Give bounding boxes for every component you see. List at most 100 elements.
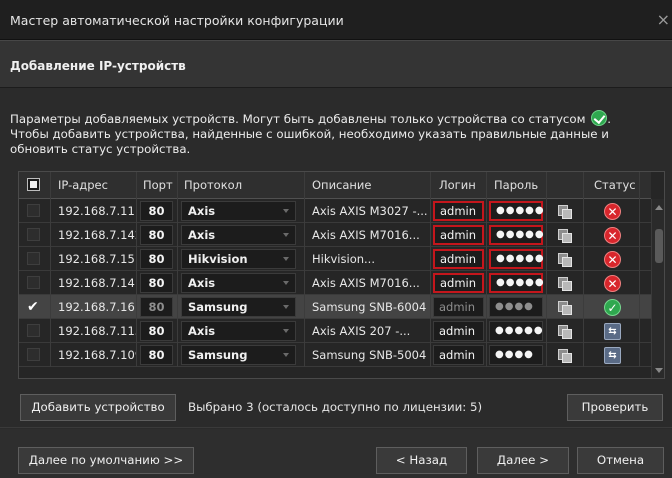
cancel-button[interactable]: Отмена bbox=[577, 447, 664, 474]
row-select-cell bbox=[19, 247, 51, 271]
error-icon[interactable]: ✕ bbox=[604, 227, 621, 244]
back-button[interactable]: < Назад bbox=[376, 447, 467, 474]
scroll-down-icon[interactable] bbox=[655, 368, 663, 373]
login-input[interactable]: admin bbox=[433, 297, 484, 317]
row-checkbox-checked[interactable]: ✔ bbox=[27, 295, 39, 319]
col-status[interactable]: Статус bbox=[584, 172, 640, 199]
cell-copy bbox=[547, 319, 584, 343]
next-button[interactable]: Далее > bbox=[477, 447, 569, 474]
protocol-select[interactable]: Hikvision bbox=[181, 249, 296, 269]
table-row[interactable]: 192.168.7.142 80 Axis Axis AXIS M7016... adm… bbox=[19, 223, 651, 247]
check-button[interactable]: Проверить bbox=[567, 394, 663, 421]
copy-icon[interactable] bbox=[558, 325, 572, 339]
row-checkbox[interactable] bbox=[27, 204, 40, 217]
col-login[interactable]: Логин bbox=[431, 172, 487, 199]
password-input[interactable]: ●●●●● bbox=[489, 321, 543, 341]
row-select-cell bbox=[19, 223, 51, 247]
cell-password: ●●●●● bbox=[487, 247, 547, 271]
row-checkbox[interactable] bbox=[27, 228, 40, 241]
ok-icon[interactable]: ✓ bbox=[604, 299, 621, 316]
protocol-select[interactable]: Axis bbox=[181, 321, 296, 341]
cell-password: ●●●●● bbox=[487, 319, 547, 343]
password-input[interactable]: ●●●● bbox=[489, 345, 543, 365]
login-input[interactable]: admin bbox=[433, 273, 484, 293]
copy-icon[interactable] bbox=[558, 205, 572, 219]
cell-status: ✕ bbox=[584, 247, 640, 271]
table-row[interactable]: 192.168.7.115 80 Axis Axis AXIS 207 -... adm… bbox=[19, 319, 651, 343]
refresh-icon[interactable]: ⇆ bbox=[604, 347, 621, 364]
chevron-down-icon bbox=[283, 257, 289, 261]
password-input[interactable]: ●●●●● bbox=[489, 225, 544, 245]
protocol-value: Samsung bbox=[188, 348, 248, 362]
cell-login: admin bbox=[431, 271, 487, 295]
error-icon[interactable]: ✕ bbox=[604, 251, 621, 268]
row-checkbox[interactable] bbox=[27, 276, 40, 289]
copy-icon[interactable] bbox=[558, 349, 572, 363]
login-input[interactable]: admin bbox=[433, 201, 484, 221]
ok-status-icon bbox=[591, 110, 608, 126]
chevron-down-icon bbox=[283, 281, 289, 285]
password-input[interactable]: ●●●● bbox=[489, 297, 543, 317]
select-all-cell bbox=[19, 172, 51, 199]
password-input[interactable]: ●●●●● bbox=[489, 273, 544, 293]
add-device-button[interactable]: Добавить устройство bbox=[20, 394, 176, 421]
col-password[interactable]: Пароль bbox=[487, 172, 547, 199]
table-row[interactable]: 192.168.7.151 80 Hikvision Hikvision... admi… bbox=[19, 247, 651, 271]
error-icon[interactable]: ✕ bbox=[604, 275, 621, 292]
cell-login: admin bbox=[431, 319, 487, 343]
password-input[interactable]: ●●●●● bbox=[489, 201, 544, 221]
refresh-icon[interactable]: ⇆ bbox=[604, 323, 621, 340]
cell-description: Samsung SNB-6004 bbox=[305, 295, 431, 319]
col-description[interactable]: Описание bbox=[305, 172, 431, 199]
login-input[interactable]: admin bbox=[433, 225, 484, 245]
table-row[interactable]: 192.168.7.111 80 Axis Axis AXIS M3027 -... a… bbox=[19, 199, 651, 223]
cell-status: ✕ bbox=[584, 271, 640, 295]
table-row[interactable]: 192.168.7.141 80 Axis Axis AXIS M7016... adm… bbox=[19, 271, 651, 295]
default-next-button[interactable]: Далее по умолчанию >> bbox=[18, 447, 194, 474]
info-text: Параметры добавляемых устройств. Могут б… bbox=[10, 110, 660, 157]
scroll-up-icon[interactable] bbox=[655, 205, 663, 210]
protocol-select[interactable]: Axis bbox=[181, 201, 296, 221]
port-input[interactable]: 80 bbox=[140, 297, 173, 317]
col-port[interactable]: Порт bbox=[137, 172, 178, 199]
cell-description: Axis AXIS M7016... bbox=[305, 223, 431, 247]
table-row[interactable]: ✔ 192.168.7.161 80 Samsung Samsung SNB-6004 a… bbox=[19, 295, 651, 319]
login-input[interactable]: admin bbox=[433, 321, 484, 341]
close-icon[interactable]: × bbox=[657, 10, 670, 29]
port-input[interactable]: 80 bbox=[140, 321, 173, 341]
row-checkbox[interactable] bbox=[27, 252, 40, 265]
scroll-thumb[interactable] bbox=[655, 229, 663, 263]
row-checkbox[interactable] bbox=[27, 348, 40, 361]
copy-icon[interactable] bbox=[558, 229, 572, 243]
port-input[interactable]: 80 bbox=[140, 273, 173, 293]
cell-ip: 192.168.7.141 bbox=[51, 271, 137, 295]
protocol-select[interactable]: Axis bbox=[181, 225, 296, 245]
copy-icon[interactable] bbox=[558, 301, 572, 315]
copy-icon[interactable] bbox=[558, 253, 572, 267]
col-protocol[interactable]: Протокол bbox=[178, 172, 305, 199]
cell-protocol: Hikvision bbox=[178, 247, 305, 271]
port-input[interactable]: 80 bbox=[140, 249, 173, 269]
error-icon[interactable]: ✕ bbox=[604, 203, 621, 220]
port-input[interactable]: 80 bbox=[140, 345, 173, 365]
protocol-select[interactable]: Axis bbox=[181, 273, 296, 293]
devices-table: IP-адрес Порт Протокол Описание Логин Па… bbox=[18, 171, 665, 379]
cell-port: 80 bbox=[137, 199, 178, 223]
port-input[interactable]: 80 bbox=[140, 225, 173, 245]
port-input[interactable]: 80 bbox=[140, 201, 173, 221]
cell-status: ⇆ bbox=[584, 343, 640, 367]
table-row[interactable]: 192.168.7.109 80 Samsung Samsung SNB-5004 ad… bbox=[19, 343, 651, 367]
login-input[interactable]: admin bbox=[433, 345, 484, 365]
select-all-checkbox[interactable] bbox=[27, 178, 40, 191]
col-ip[interactable]: IP-адрес bbox=[51, 172, 137, 199]
vertical-scrollbar[interactable] bbox=[651, 199, 664, 378]
login-input[interactable]: admin bbox=[433, 249, 484, 269]
row-checkbox[interactable] bbox=[27, 324, 40, 337]
protocol-select[interactable]: Samsung bbox=[181, 345, 296, 365]
password-input[interactable]: ●●●●● bbox=[489, 249, 544, 269]
protocol-value: Axis bbox=[188, 228, 216, 242]
copy-icon[interactable] bbox=[558, 277, 572, 291]
chevron-down-icon bbox=[283, 209, 289, 213]
protocol-select[interactable]: Samsung bbox=[181, 297, 296, 317]
protocol-value: Axis bbox=[188, 324, 216, 338]
